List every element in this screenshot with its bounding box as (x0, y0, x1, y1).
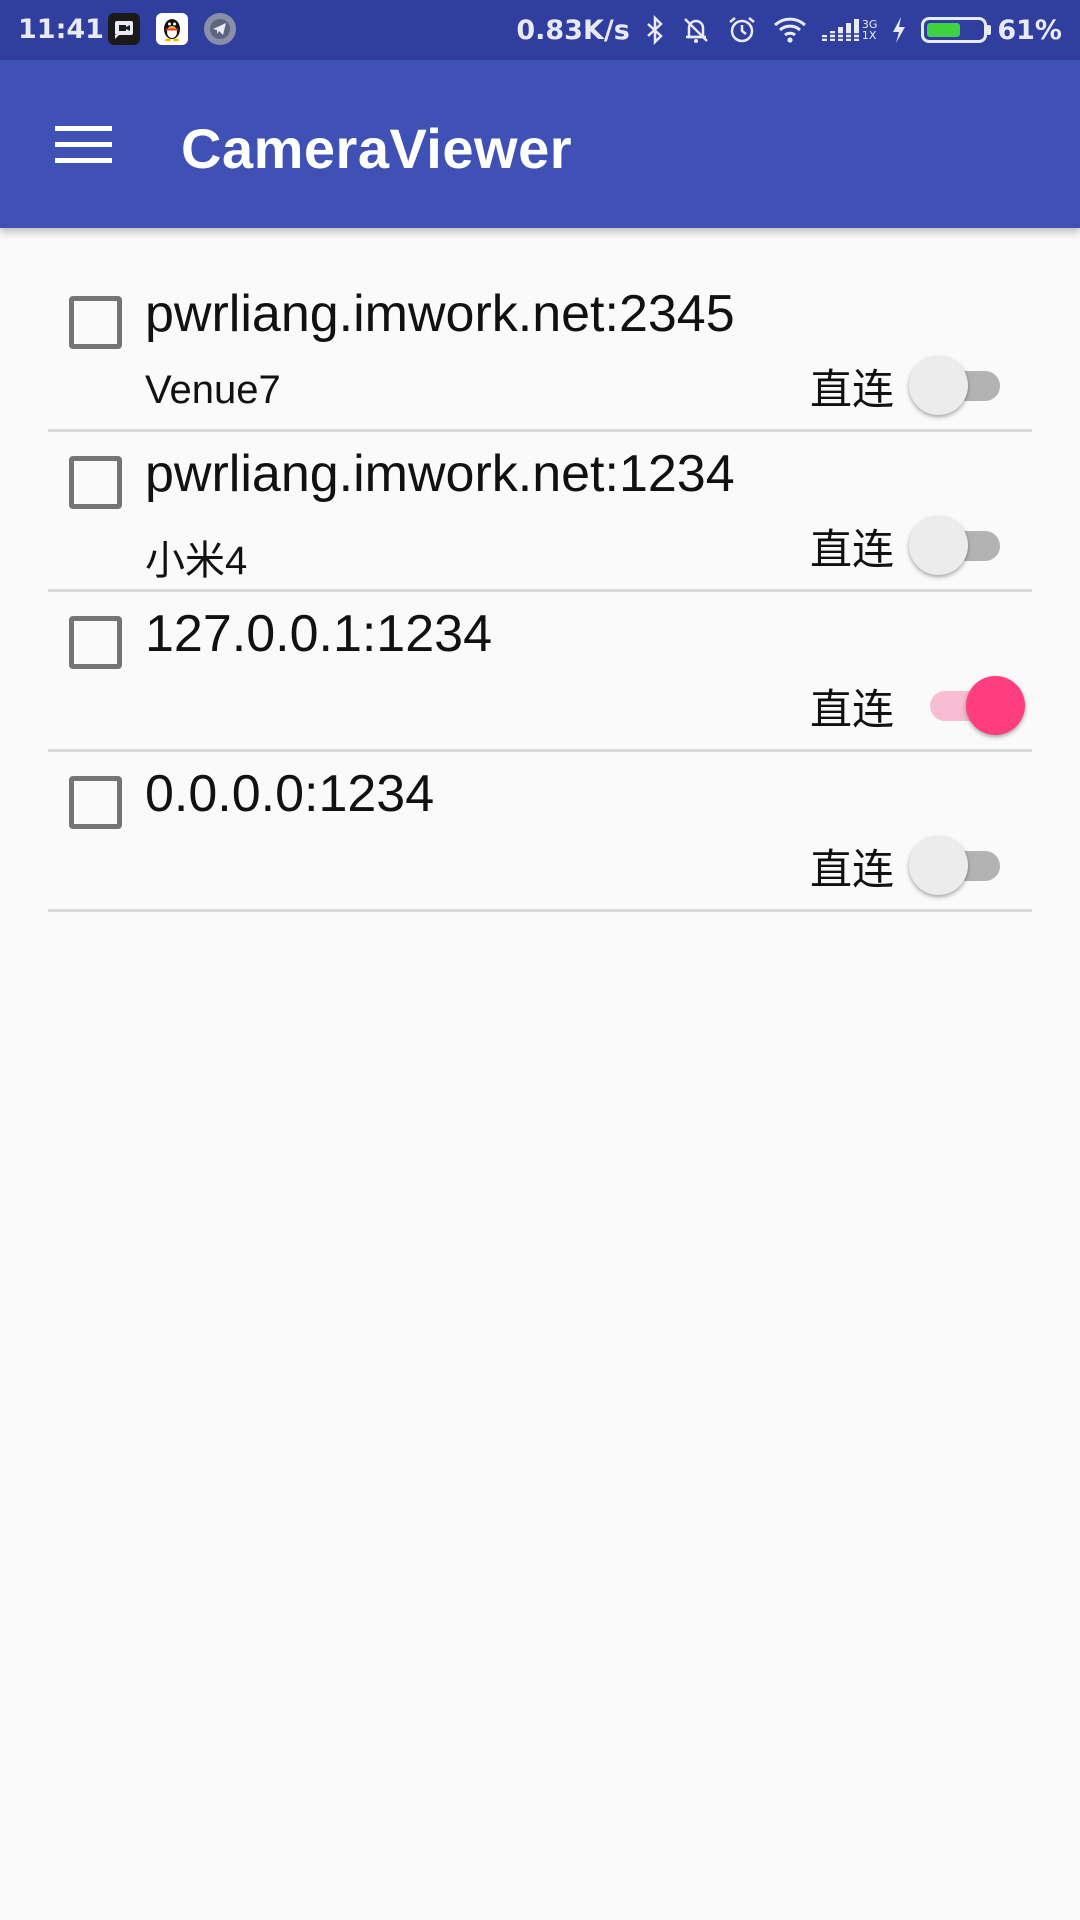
direct-connect-label: 直连 (809, 684, 894, 734)
device-address: pwrliang.imwork.net:1234 (145, 445, 735, 503)
app-bar: CameraViewer (0, 60, 1080, 228)
battery-indicator: 61% (921, 15, 1062, 46)
device-address: pwrliang.imwork.net:2345 (145, 285, 735, 343)
bluetooth-icon (644, 15, 666, 45)
telegram-icon (204, 13, 236, 45)
direct-connect-label: 直连 (809, 844, 894, 894)
battery-icon (921, 17, 988, 43)
direct-connect-label: 直连 (809, 364, 894, 414)
device-address: 0.0.0.0:1234 (145, 765, 435, 823)
direct-connect-switch[interactable] (904, 514, 1032, 578)
select-checkbox[interactable] (69, 616, 122, 669)
net-speed: 0.83K/s (516, 14, 630, 46)
battery-percent: 61% (997, 14, 1062, 46)
select-checkbox[interactable] (69, 296, 122, 349)
direct-connect-control: 直连 (810, 354, 1032, 418)
bell-off-icon (680, 14, 712, 46)
cellular-signal-icon: 3G 1X (821, 17, 877, 43)
direct-connect-switch[interactable] (904, 674, 1032, 738)
hamburger-menu-icon[interactable] (40, 110, 128, 178)
status-time: 11:41 (18, 14, 104, 45)
direct-connect-switch[interactable] (904, 354, 1032, 418)
direct-connect-switch[interactable] (904, 834, 1032, 898)
device-list: pwrliang.imwork.net:2345 Venue7 直连 pwrliang… (48, 272, 1032, 912)
select-checkbox[interactable] (69, 776, 122, 829)
device-address: 127.0.0.1:1234 (145, 605, 492, 663)
alarm-icon (726, 14, 758, 46)
device-name: Venue7 (145, 368, 281, 412)
video-message-icon (108, 13, 140, 45)
wifi-icon (772, 16, 808, 44)
direct-connect-label: 直连 (809, 524, 894, 574)
charging-icon (891, 16, 907, 44)
network-type-bottom: 1X (861, 29, 877, 42)
direct-connect-control: 直连 (810, 834, 1032, 898)
device-row[interactable]: 127.0.0.1:1234 直连 (48, 592, 1032, 752)
select-checkbox[interactable] (69, 456, 122, 509)
direct-connect-control: 直连 (810, 514, 1032, 578)
device-row[interactable]: 0.0.0.0:1234 直连 (48, 752, 1032, 912)
app-title: CameraViewer (181, 117, 572, 180)
status-bar: 11:41 0.83K/s 3G 1X 61% (0, 0, 1080, 60)
direct-connect-control: 直连 (810, 674, 1032, 738)
device-row[interactable]: pwrliang.imwork.net:1234 小米4 直连 (48, 432, 1032, 592)
qq-penguin-icon (156, 13, 188, 45)
device-row[interactable]: pwrliang.imwork.net:2345 Venue7 直连 (48, 272, 1032, 432)
device-name: 小米4 (145, 539, 248, 583)
